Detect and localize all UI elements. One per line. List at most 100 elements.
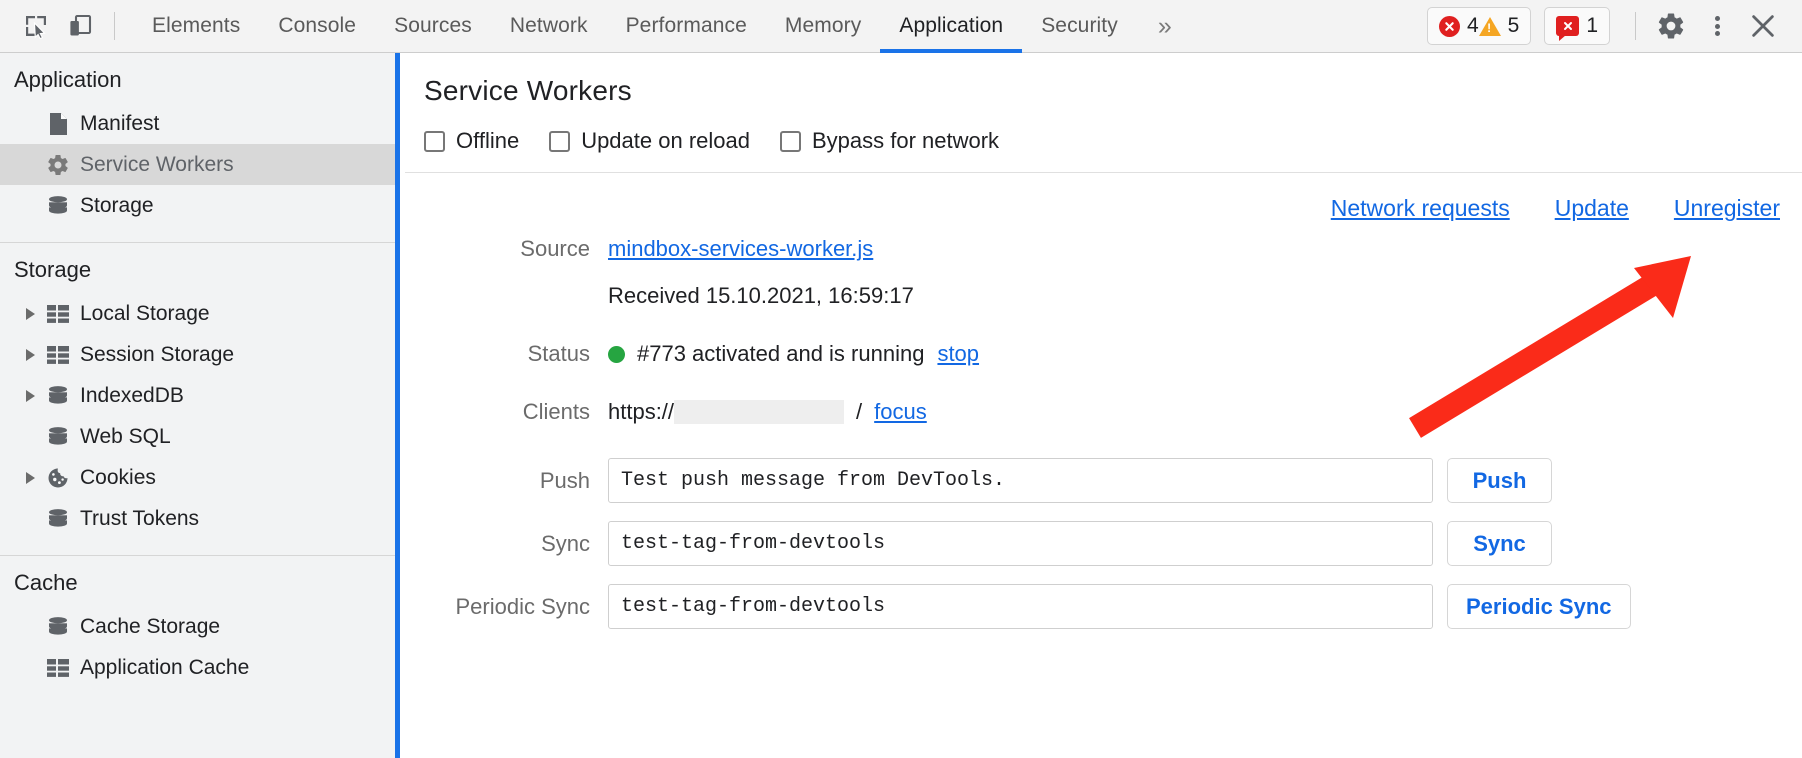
toolbar-left-icon-group — [0, 0, 127, 52]
sidebar-item-manifest[interactable]: Manifest — [0, 103, 395, 144]
sidebar-item-label: Local Storage — [80, 301, 210, 325]
expand-triangle-icon[interactable] — [26, 348, 43, 361]
service-workers-panel: Service Workers Offline Update on reload… — [405, 53, 1802, 758]
unregister-link[interactable]: Unregister — [1674, 195, 1780, 222]
periodic-sync-button[interactable]: Periodic Sync — [1447, 584, 1631, 629]
sync-label: Sync — [541, 530, 590, 556]
update-link[interactable]: Update — [1555, 195, 1629, 222]
sidebar-group-title: Cache — [14, 570, 78, 595]
sidebar-item-trust-tokens[interactable]: Trust Tokens — [0, 498, 395, 539]
warning-count: 5 — [1507, 14, 1520, 37]
checkbox-label: Update on reload — [581, 128, 750, 153]
source-label: Source — [520, 236, 590, 261]
checkbox-bypass-for-network[interactable]: Bypass for network — [779, 128, 1000, 154]
toolbar-right-group: 4 5 1 — [1426, 0, 1802, 52]
tab-sources[interactable]: Sources — [375, 0, 491, 53]
tab-label: Performance — [625, 14, 747, 37]
tab-label: Console — [278, 14, 357, 37]
checkbox-label: Bypass for network — [811, 128, 1000, 153]
sidebar-item-label: Cookies — [80, 465, 156, 489]
database-icon — [43, 425, 73, 449]
push-input[interactable] — [608, 458, 1433, 503]
sidebar-item-application-cache[interactable]: Application Cache — [0, 647, 395, 688]
sidebar-item-local-storage[interactable]: Local Storage — [0, 293, 395, 334]
overflow-glyph: » — [1157, 11, 1172, 40]
tab-label: Memory — [784, 14, 862, 37]
devtools-toolbar: Elements Console Sources Network Perform… — [0, 0, 1802, 53]
service-worker-options-row: Offline Update on reload Bypass for netw… — [405, 128, 1802, 154]
tab-console[interactable]: Console — [259, 0, 375, 53]
sidebar-item-cache-storage[interactable]: Cache Storage — [0, 606, 395, 647]
tab-security[interactable]: Security — [1022, 0, 1137, 53]
toolbar-divider — [114, 12, 115, 40]
tab-elements[interactable]: Elements — [133, 0, 259, 53]
redacted-host — [674, 400, 845, 424]
tab-performance[interactable]: Performance — [607, 0, 766, 53]
sidebar-group-cache: Cache Cache Storage Application Cache — [0, 556, 395, 704]
sidebar-item-indexeddb[interactable]: IndexedDB — [0, 375, 395, 416]
gear-icon — [43, 153, 73, 177]
clients-value-group: https:// / focus — [608, 397, 927, 427]
sidebar-item-service-workers[interactable]: Service Workers — [0, 144, 395, 185]
tab-label: Sources — [394, 14, 472, 37]
issue-count: 1 — [1586, 14, 1598, 37]
tab-label: Application — [899, 14, 1004, 37]
tab-application[interactable]: Application — [880, 0, 1023, 53]
checkbox-box[interactable] — [779, 130, 801, 152]
device-toolbar-icon[interactable] — [58, 4, 102, 48]
expand-triangle-icon[interactable] — [26, 471, 43, 484]
sidebar-group-application: Application Manifest Service Workers Sto… — [0, 53, 395, 243]
close-icon[interactable] — [1740, 3, 1786, 49]
error-counter[interactable]: 4 — [1438, 14, 1479, 38]
network-requests-link[interactable]: Network requests — [1331, 195, 1510, 222]
database-icon — [43, 384, 73, 408]
source-row: Source mindbox-services-worker.js — [405, 234, 1802, 264]
checkbox-update-on-reload[interactable]: Update on reload — [549, 128, 750, 154]
checkbox-box[interactable] — [424, 130, 445, 152]
status-text: #773 activated and is running — [637, 341, 925, 366]
service-worker-details: Source mindbox-services-worker.js Receiv… — [405, 222, 1802, 629]
warning-triangle-icon — [1478, 16, 1501, 36]
checkbox-offline[interactable]: Offline — [424, 128, 519, 154]
console-counters-pill[interactable]: 4 5 — [1426, 7, 1532, 45]
cookie-icon — [43, 466, 73, 490]
issues-pill[interactable]: 1 — [1544, 7, 1610, 45]
focus-link[interactable]: focus — [874, 397, 927, 427]
sync-input[interactable] — [608, 521, 1433, 566]
periodic-sync-input[interactable] — [608, 584, 1433, 629]
sidebar-item-label: Manifest — [80, 111, 160, 135]
kebab-menu-icon[interactable] — [1694, 3, 1740, 49]
sidebar-item-storage[interactable]: Storage — [0, 185, 395, 226]
service-worker-actions-row: Network requests Update Unregister — [405, 173, 1802, 222]
issue-speech-bubble-icon — [1556, 16, 1580, 41]
sync-button[interactable]: Sync — [1447, 521, 1552, 566]
stop-link[interactable]: stop — [937, 339, 979, 369]
expand-triangle-icon[interactable] — [26, 389, 43, 402]
sidebar-item-cookies[interactable]: Cookies — [0, 457, 395, 498]
sidebar-item-web-sql[interactable]: Web SQL — [0, 416, 395, 457]
status-indicator-dot — [608, 345, 625, 363]
document-icon — [43, 112, 73, 136]
expand-triangle-icon[interactable] — [26, 307, 43, 320]
inspect-element-icon[interactable] — [14, 4, 58, 48]
tab-label: Elements — [152, 14, 241, 37]
source-value: mindbox-services-worker.js — [608, 234, 873, 264]
push-button[interactable]: Push — [1447, 458, 1552, 503]
sidebar-item-session-storage[interactable]: Session Storage — [0, 334, 395, 375]
push-label: Push — [539, 467, 590, 493]
warning-counter[interactable]: 5 — [1478, 14, 1520, 38]
sidebar-item-label: Session Storage — [80, 342, 235, 366]
source-file-link[interactable]: mindbox-services-worker.js — [608, 234, 873, 264]
panel-header: Service Workers Offline Update on reload… — [405, 53, 1802, 173]
error-count: 4 — [1466, 14, 1479, 37]
sidebar-item-label: Storage — [80, 193, 154, 217]
sidebar-item-label: Cache Storage — [80, 614, 221, 638]
table-icon — [43, 345, 73, 365]
sidebar-group-title: Application — [14, 67, 122, 92]
tab-memory[interactable]: Memory — [766, 0, 880, 53]
more-tabs-chevron-icon[interactable]: » — [1137, 0, 1193, 53]
checkbox-box[interactable] — [549, 130, 571, 152]
gear-icon[interactable] — [1648, 3, 1694, 49]
tab-network[interactable]: Network — [491, 0, 607, 53]
clients-row: Clients https:// / focus — [405, 397, 1802, 427]
